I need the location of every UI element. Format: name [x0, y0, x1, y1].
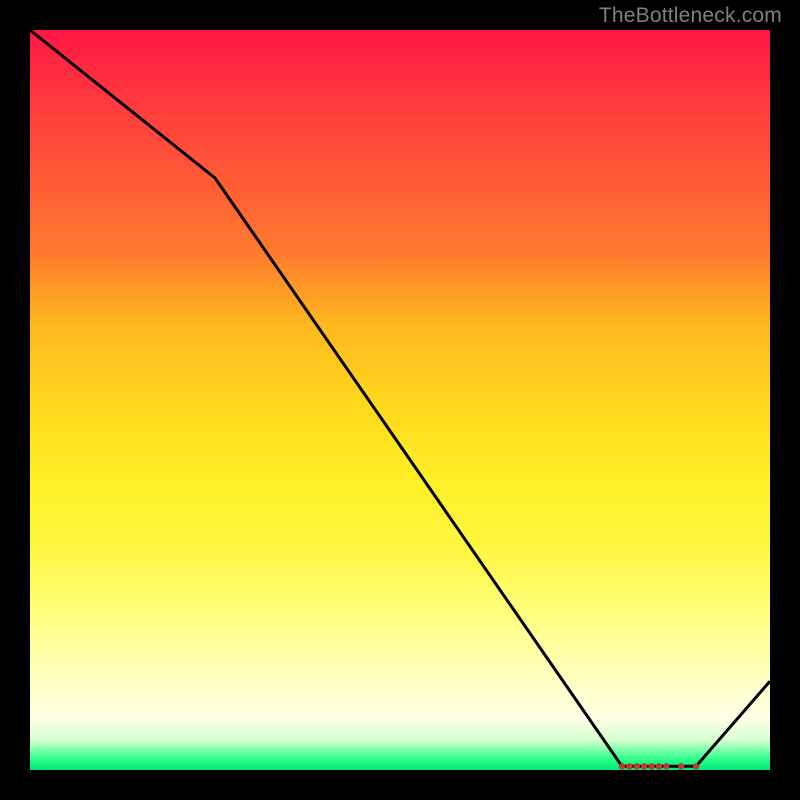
watermark: TheBottleneck.com [599, 4, 782, 28]
marker-dot [693, 763, 699, 769]
marker-dot [626, 763, 632, 769]
plot-area [30, 30, 770, 770]
marker-dot [619, 763, 625, 769]
curve-path [30, 30, 770, 766]
chart-svg [30, 30, 770, 770]
marker-dot [678, 763, 684, 769]
marker-dot [634, 763, 640, 769]
chart-container: TheBottleneck.com [0, 0, 800, 800]
marker-dot [663, 763, 669, 769]
marker-dot [641, 763, 647, 769]
marker-dot [656, 763, 662, 769]
marker-dot [648, 763, 654, 769]
bottleneck-curve [30, 30, 770, 766]
